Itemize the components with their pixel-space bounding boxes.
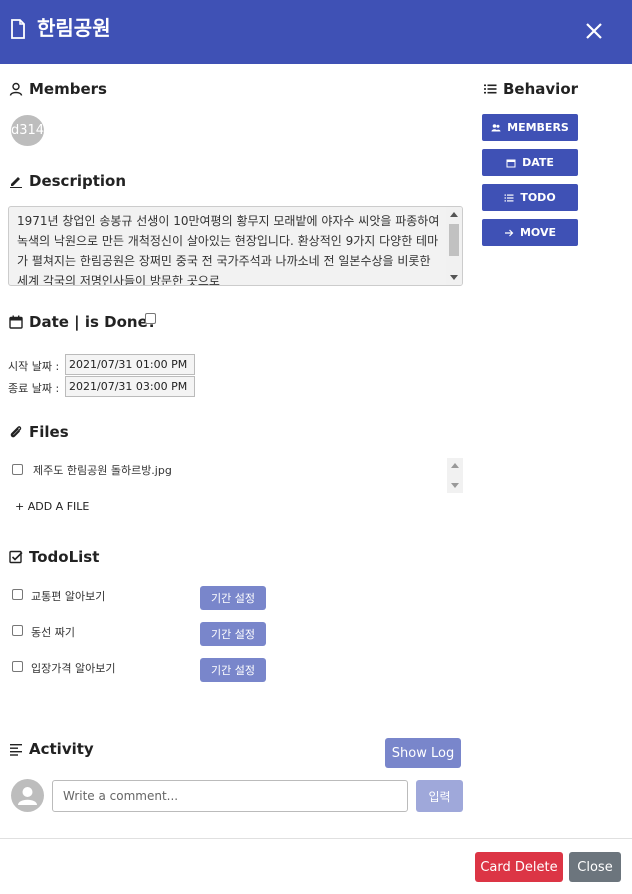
lines-icon (10, 744, 22, 756)
behavior-members-button[interactable]: MEMBERS (482, 114, 578, 141)
calendar-icon (506, 159, 516, 167)
behavior-title: Behavior (503, 80, 579, 98)
members-title: Members (29, 80, 107, 98)
behavior-move-label: MOVE (519, 226, 557, 239)
activity-title: Activity (29, 740, 94, 758)
description-section-title: Description (9, 172, 126, 190)
files-title: Files (29, 423, 69, 441)
scroll-thumb[interactable] (449, 224, 459, 256)
behavior-date-label: DATE (522, 156, 554, 169)
behavior-section-title: Behavior (483, 80, 578, 98)
show-log-button[interactable]: Show Log (385, 738, 461, 768)
card-delete-button[interactable]: Card Delete (475, 852, 563, 882)
add-file-button[interactable]: + ADD A FILE (15, 500, 89, 513)
description-text: 1971년 창업인 송봉규 선생이 10만여평의 황무지 모래밭에 야자수 씨앗… (17, 214, 440, 286)
start-date-input[interactable]: 2021/07/31 01:00 PM (65, 354, 195, 375)
scroll-up-arrow-icon[interactable] (450, 212, 458, 217)
scroll-up-arrow-icon[interactable] (451, 463, 459, 468)
description-scrollbar[interactable] (446, 207, 462, 285)
user-avatar-icon (18, 787, 37, 805)
set-period-button[interactable]: 기간 설정 (200, 658, 266, 682)
submit-comment-button[interactable]: 입력 (416, 780, 463, 812)
behavior-move-button[interactable]: MOVE (482, 219, 578, 246)
description-title: Description (29, 172, 127, 190)
description-textarea[interactable]: 1971년 창업인 송봉규 선생이 10만여평의 황무지 모래밭에 야자수 씨앗… (8, 206, 463, 286)
is-done-checkbox[interactable] (145, 313, 156, 324)
todolist-title: TodoList (29, 548, 100, 566)
list-icon (504, 194, 514, 201)
document-icon (11, 19, 25, 39)
date-section-title: Date | is Done? (9, 313, 156, 331)
comment-input[interactable] (52, 780, 408, 812)
members-section-title: Members (9, 80, 107, 98)
todo-checkbox[interactable] (12, 589, 23, 600)
todo-label: 동선 짜기 (31, 626, 75, 639)
user-avatar (11, 779, 44, 812)
files-section-title: Files (9, 423, 69, 441)
close-icon[interactable] (585, 22, 603, 40)
file-list-scrollbar[interactable] (447, 458, 463, 493)
file-name[interactable]: 제주도 한림공원 돌하르방.jpg (33, 462, 172, 478)
behavior-todo-button[interactable]: TODO (482, 184, 578, 211)
person-icon (9, 82, 23, 96)
scroll-down-arrow-icon[interactable] (450, 275, 458, 280)
modal-header: 한림공원 (0, 0, 632, 64)
activity-section-title: Activity (9, 740, 94, 758)
pencil-icon (10, 177, 22, 188)
footer-divider (0, 838, 632, 839)
scroll-down-arrow-icon[interactable] (451, 483, 459, 488)
list-icon (484, 84, 497, 94)
file-checkbox[interactable] (12, 464, 23, 475)
checkbox-icon (9, 550, 23, 564)
group-icon (491, 123, 501, 131)
paperclip-icon (10, 426, 22, 438)
end-date-label: 종료 날짜 : (8, 382, 60, 395)
date-title: Date | is Done? (29, 313, 157, 331)
calendar-icon (9, 315, 23, 329)
behavior-todo-label: TODO (520, 191, 556, 204)
todo-label: 교통편 알아보기 (31, 590, 106, 603)
todo-checkbox[interactable] (12, 625, 23, 636)
set-period-button[interactable]: 기간 설정 (200, 622, 266, 646)
modal-title: 한림공원 (37, 16, 111, 40)
todo-label: 입장가격 알아보기 (31, 662, 116, 675)
behavior-members-label: MEMBERS (507, 121, 569, 134)
todolist-section-title: TodoList (9, 548, 99, 566)
todo-checkbox[interactable] (12, 661, 23, 672)
arrow-right-icon (504, 229, 514, 236)
behavior-date-button[interactable]: DATE (482, 149, 578, 176)
file-list: 제주도 한림공원 돌하르방.jpg (8, 458, 463, 493)
end-date-input[interactable]: 2021/07/31 03:00 PM (65, 376, 195, 397)
start-date-label: 시작 날짜 : (8, 360, 60, 373)
close-button[interactable]: Close (569, 852, 621, 882)
set-period-button[interactable]: 기간 설정 (200, 586, 266, 610)
member-avatar[interactable]: d314 (11, 115, 44, 146)
